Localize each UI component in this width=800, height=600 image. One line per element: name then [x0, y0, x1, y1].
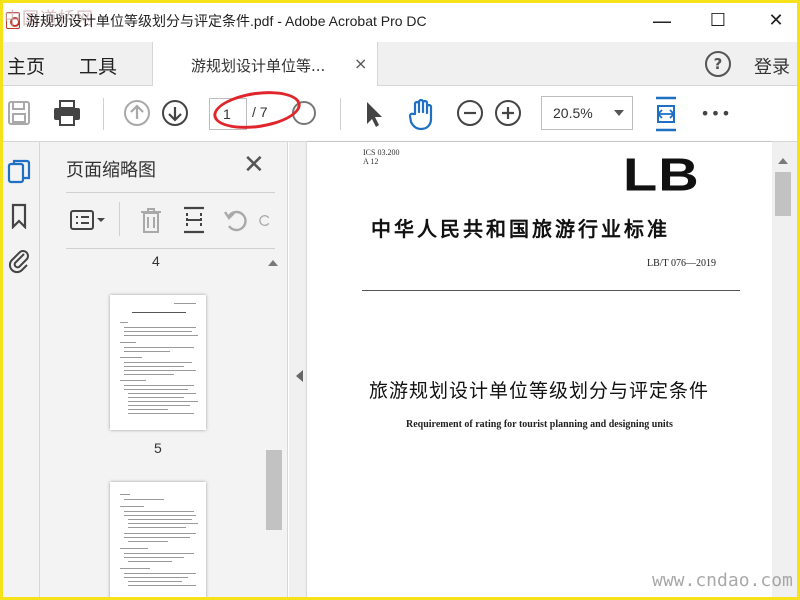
document-tab-label: 游规划设计单位等...	[191, 57, 326, 75]
panel-toolbar-separator	[119, 202, 120, 236]
thumbnail-page-6[interactable]	[110, 482, 206, 600]
thumbnail-options-icon[interactable]	[68, 205, 108, 235]
scroll-up-arrow-icon[interactable]	[778, 158, 788, 164]
tab-close-button[interactable]: ×	[354, 54, 367, 73]
zoom-out-icon[interactable]	[455, 98, 485, 128]
panel-divider	[66, 248, 275, 249]
select-cursor-icon[interactable]	[360, 98, 386, 130]
chevron-down-icon	[614, 110, 624, 116]
ics-code: ICS 03.200	[363, 148, 400, 157]
heading-rule	[362, 290, 740, 291]
save-icon[interactable]	[6, 99, 32, 127]
rotate-right-icon[interactable]	[258, 204, 272, 236]
document-title: 旅游规划设计单位等级划分与评定条件	[369, 380, 710, 402]
panel-close-button[interactable]: ✕	[243, 150, 265, 180]
collapse-panel-arrow-icon[interactable]	[296, 370, 303, 382]
delete-page-icon[interactable]	[137, 204, 165, 236]
toolbar-separator	[340, 98, 341, 130]
maximize-button[interactable]: ☐	[704, 8, 732, 34]
lb-logo: LB	[623, 148, 700, 201]
help-icon[interactable]: ?	[705, 51, 731, 77]
panel-title: 页面缩略图	[66, 160, 156, 181]
menu-row: 主页 工具 游规划设计单位等... × ? 登录	[0, 42, 800, 86]
panel-divider	[66, 192, 275, 193]
toolbar-separator	[103, 98, 104, 130]
more-tools-icon[interactable]: •••	[700, 100, 732, 126]
menu-tools[interactable]: 工具	[79, 52, 117, 79]
bookmark-icon[interactable]	[6, 202, 32, 230]
standard-heading: 中华人民共和国旅游行业标准	[371, 217, 670, 241]
menu-home[interactable]: 主页	[7, 52, 45, 79]
navigation-pane	[0, 142, 40, 600]
watermark-bottom: www.cndao.com	[652, 570, 793, 591]
insert-page-icon[interactable]	[180, 204, 208, 236]
thumbnail-page-5[interactable]	[110, 295, 206, 430]
minimize-button[interactable]: —	[648, 8, 676, 34]
document-scrollbar-thumb[interactable]	[775, 172, 791, 216]
scroll-up-arrow-icon[interactable]	[268, 260, 278, 266]
document-tab[interactable]: 游规划设计单位等... ×	[152, 42, 378, 86]
close-window-button[interactable]: ✕	[762, 8, 790, 34]
fit-page-icon[interactable]	[651, 95, 681, 133]
hand-tool-icon[interactable]	[404, 96, 438, 132]
zoom-in-icon[interactable]	[493, 98, 523, 128]
rotate-left-icon[interactable]	[222, 204, 250, 236]
document-subtitle: Requirement of rating for tourist planni…	[406, 419, 673, 430]
thumbnail-scrollbar-thumb[interactable]	[266, 450, 282, 530]
toolbar: 1 / 7 20.5% •••	[0, 86, 800, 142]
title-bar: 中国道桥网 游规划设计单位等级划分与评定条件.pdf - Adobe Acrob…	[0, 0, 800, 42]
login-button[interactable]: 登录	[754, 53, 790, 79]
next-page-icon[interactable]	[160, 98, 190, 128]
page-thumbnails-icon[interactable]	[6, 158, 32, 186]
category-code: A 12	[363, 157, 379, 166]
thumbnail-page-label: 5	[154, 440, 162, 456]
standard-code: LB/T 076—2019	[647, 258, 716, 269]
thumbnail-scrollbar[interactable]	[264, 256, 282, 600]
thumbnail-panel: 页面缩略图 ✕ 4 5	[40, 142, 288, 600]
print-icon[interactable]	[51, 98, 83, 128]
attachment-icon[interactable]	[6, 246, 32, 274]
previous-page-icon[interactable]	[122, 98, 152, 128]
document-page: ICS 03.200 A 12 LB 中华人民共和国旅游行业标准 LB/T 07…	[307, 142, 772, 600]
thumbnail-page-label: 4	[152, 253, 160, 269]
window-title: 游规划设计单位等级划分与评定条件.pdf - Adobe Acrobat Pro…	[26, 13, 427, 29]
